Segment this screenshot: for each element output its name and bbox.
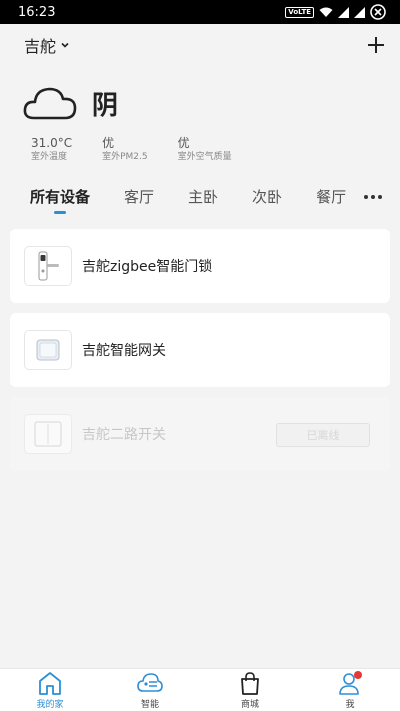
home-icon bbox=[39, 672, 61, 695]
gateway-icon bbox=[24, 330, 72, 370]
device-card-gateway[interactable]: 吉舵智能网关 bbox=[10, 313, 390, 387]
nav-label: 我的家 bbox=[36, 700, 64, 710]
metric-label: 室外温度 bbox=[31, 152, 68, 162]
signal-icon bbox=[338, 6, 349, 18]
metric-air-quality: 优 室外空气质量 bbox=[178, 136, 232, 164]
metric-value: 31.0°C bbox=[31, 136, 73, 150]
active-tab-indicator bbox=[54, 211, 66, 214]
two-gang-switch-icon bbox=[24, 414, 72, 454]
wifi-icon bbox=[319, 7, 333, 17]
tab-label: 餐厅 bbox=[316, 188, 347, 206]
shopping-bag-icon bbox=[241, 672, 259, 695]
app-header: 吉舵 bbox=[0, 24, 400, 66]
tab-living-room[interactable]: 客厅 bbox=[124, 186, 154, 207]
device-card-door-lock[interactable]: 吉舵zigbee智能门锁 bbox=[10, 229, 390, 303]
tab-label: 客厅 bbox=[124, 188, 155, 206]
metric-pm25: 优 室外PM2.5 bbox=[102, 136, 148, 164]
nav-label: 商城 bbox=[240, 700, 259, 710]
metric-temperature: 31.0°C 室外温度 bbox=[31, 136, 72, 164]
status-time: 16:23 bbox=[18, 4, 56, 20]
nav-label: 智能 bbox=[140, 700, 159, 710]
status-bar: 16:23 VoLTE bbox=[0, 0, 400, 24]
cloud-icon bbox=[23, 87, 77, 120]
nav-item-mall[interactable]: 商城 bbox=[200, 670, 300, 710]
tab-master-bedroom[interactable]: 主卧 bbox=[188, 186, 218, 207]
tab-label: 所有设备 bbox=[30, 188, 91, 206]
door-lock-icon bbox=[24, 246, 72, 286]
metric-value: 优 bbox=[177, 136, 190, 150]
home-selector[interactable]: 吉舵 bbox=[24, 33, 70, 57]
weather-metrics: 31.0°C 室外温度 优 室外PM2.5 优 室外空气质量 bbox=[31, 136, 262, 164]
nav-item-my-home[interactable]: 我的家 bbox=[0, 670, 100, 710]
device-list: 吉舵zigbee智能门锁 吉舵智能网关 吉舵二路开关 已离线 bbox=[10, 229, 390, 481]
tab-label: 次卧 bbox=[252, 188, 283, 206]
nav-label: 我 bbox=[345, 700, 355, 710]
device-name: 吉舵二路开关 bbox=[82, 427, 166, 443]
plus-icon[interactable] bbox=[364, 33, 388, 57]
weather-condition: 阴 bbox=[92, 90, 120, 121]
tab-dining-room[interactable]: 餐厅 bbox=[316, 186, 346, 207]
room-tabs: 所有设备 客厅 主卧 次卧 餐厅 bbox=[0, 186, 400, 218]
status-icons: VoLTE bbox=[285, 4, 386, 20]
battery-icon bbox=[370, 4, 386, 20]
offline-status-badge: 已离线 bbox=[276, 423, 370, 447]
device-name: 吉舵zigbee智能门锁 bbox=[82, 259, 213, 275]
signal-icon-2 bbox=[354, 6, 365, 18]
volte-badge: VoLTE bbox=[285, 6, 314, 18]
device-name: 吉舵智能网关 bbox=[82, 343, 166, 359]
weather-summary: 阴 bbox=[22, 84, 119, 122]
metric-label: 室外空气质量 bbox=[177, 152, 232, 162]
metric-value: 优 bbox=[102, 136, 115, 150]
home-name: 吉舵 bbox=[24, 37, 57, 56]
chevron-down-icon bbox=[61, 42, 69, 48]
smart-cloud-icon bbox=[137, 673, 163, 692]
tab-label: 主卧 bbox=[188, 188, 219, 206]
nav-item-smart[interactable]: 智能 bbox=[100, 670, 200, 710]
tab-all-devices[interactable]: 所有设备 bbox=[30, 186, 91, 214]
tab-second-bedroom[interactable]: 次卧 bbox=[252, 186, 282, 207]
device-card-two-gang-switch[interactable]: 吉舵二路开关 已离线 bbox=[10, 397, 390, 471]
bottom-nav: 我的家 智能 商城 我 bbox=[0, 668, 400, 711]
more-icon[interactable] bbox=[362, 190, 384, 204]
nav-item-me[interactable]: 我 bbox=[300, 670, 400, 710]
metric-label: 室外PM2.5 bbox=[102, 152, 148, 162]
profile-icon bbox=[339, 671, 362, 695]
